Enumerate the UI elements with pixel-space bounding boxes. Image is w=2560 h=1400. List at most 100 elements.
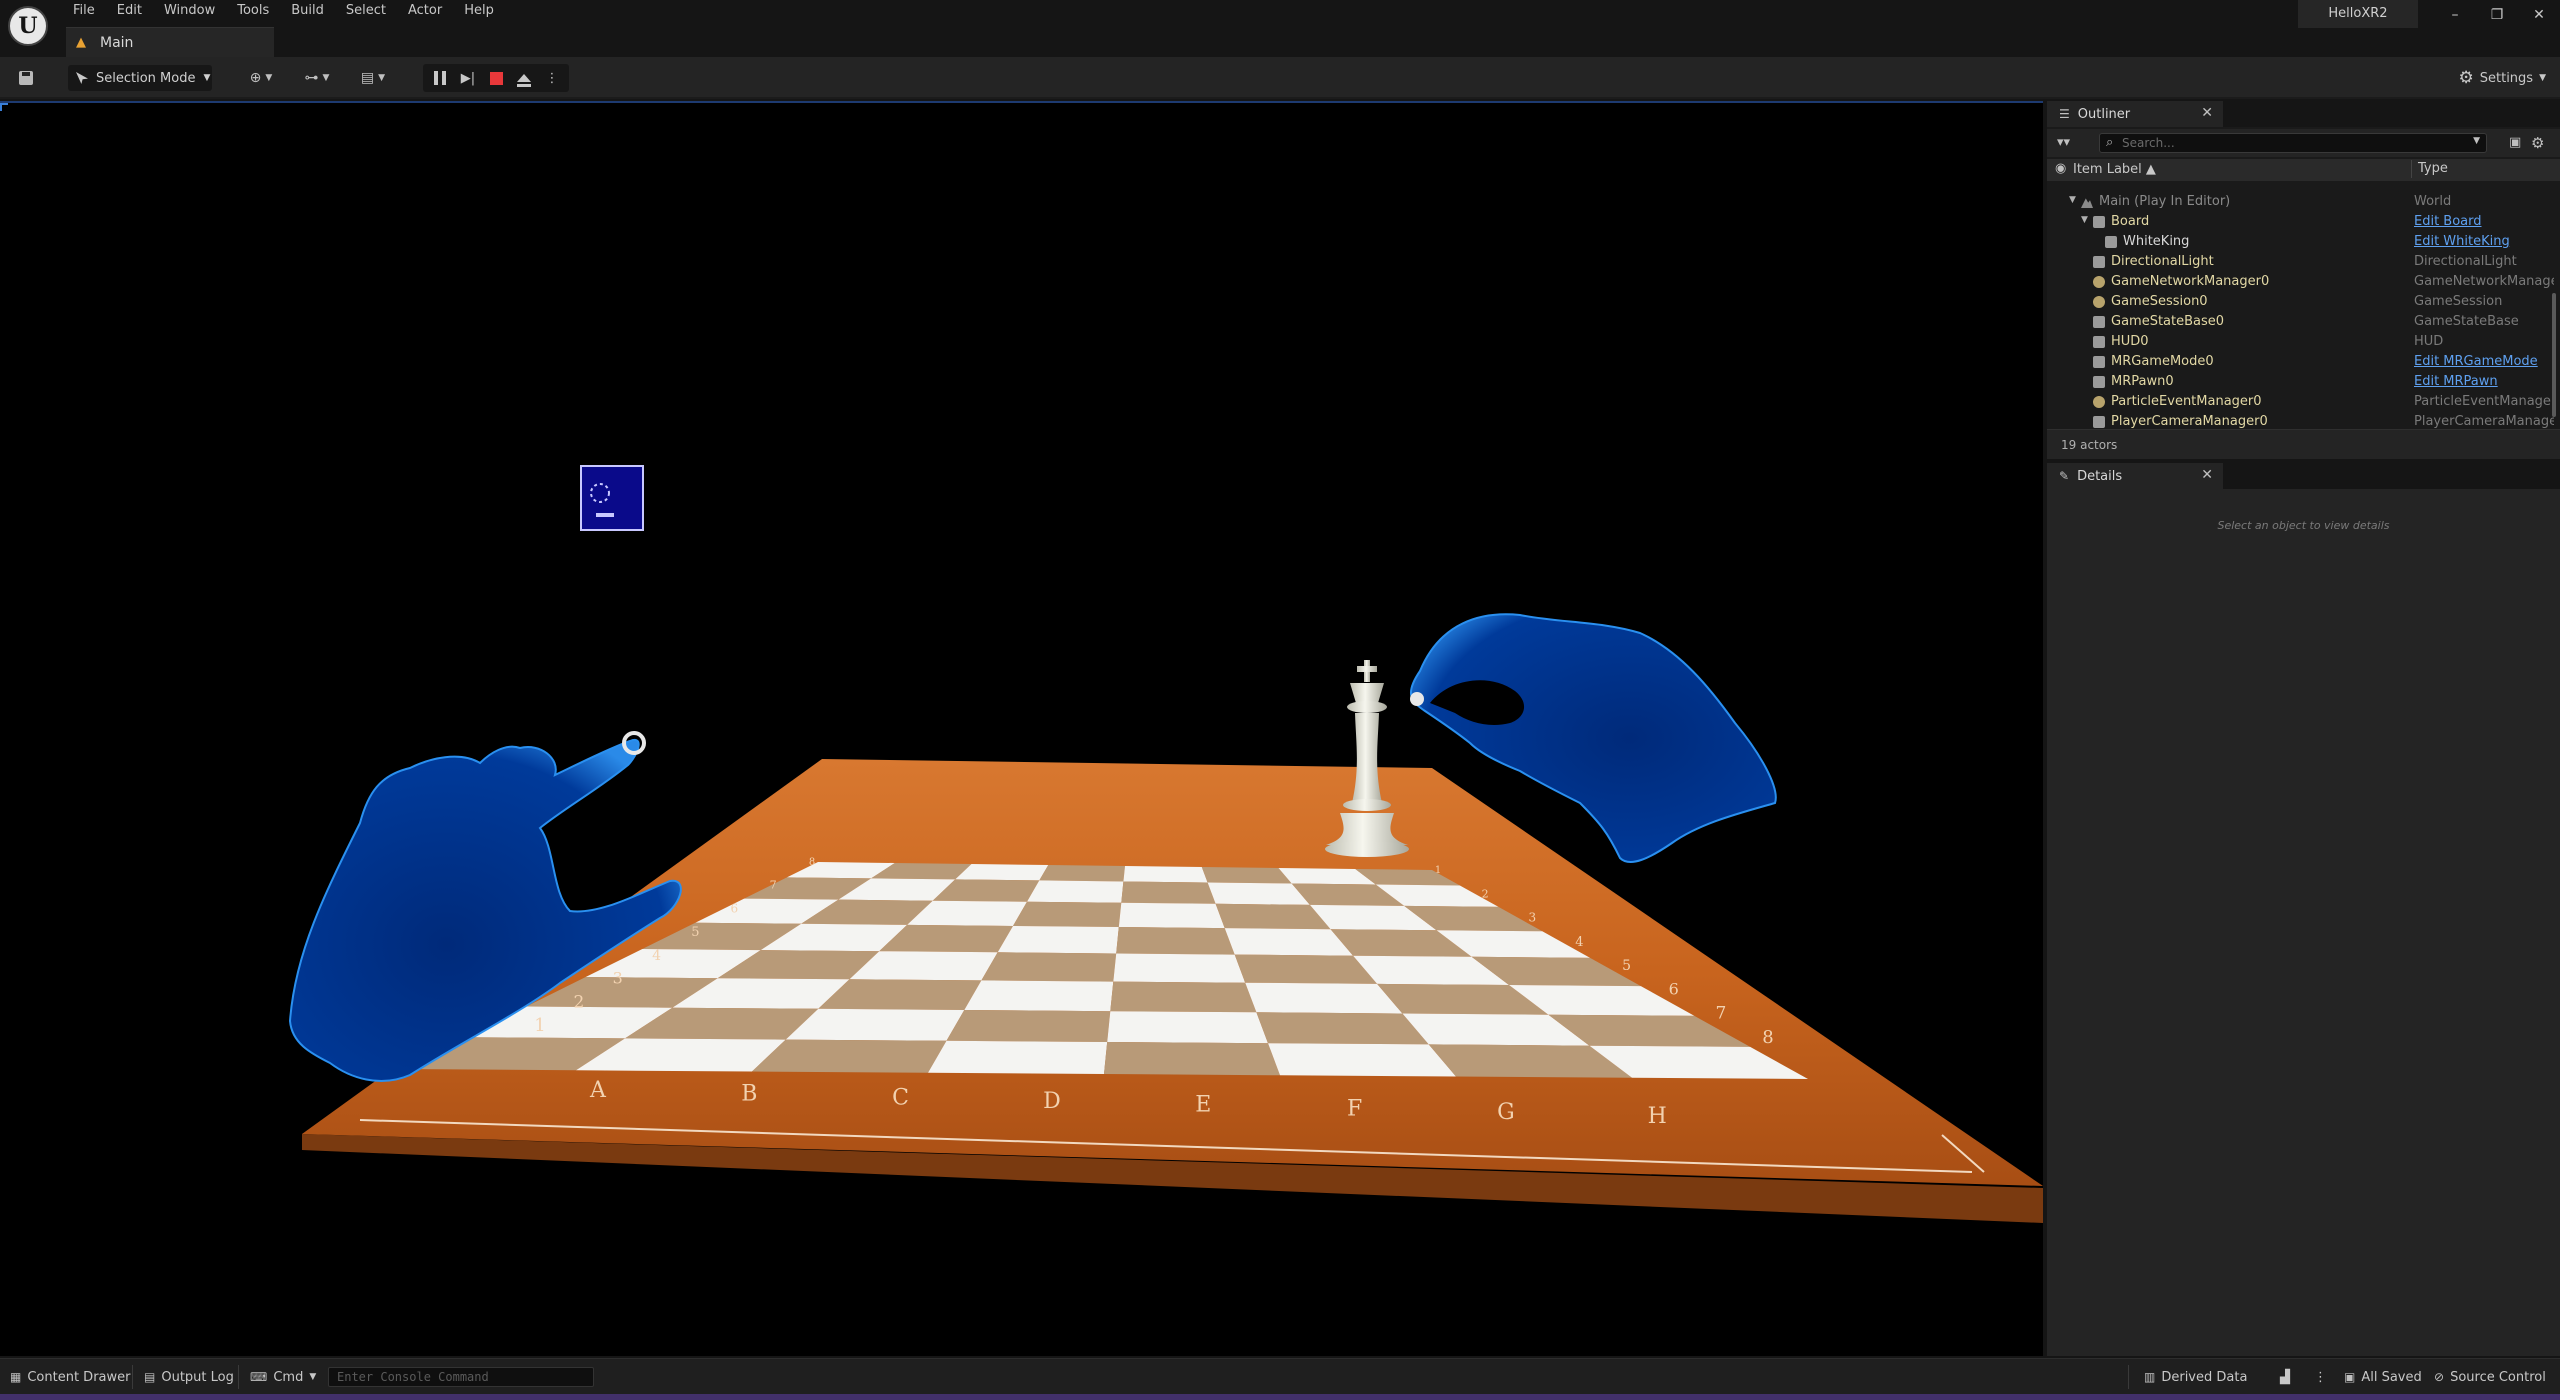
output-log-label: Output Log [161, 1369, 234, 1385]
edit-blueprint-link[interactable]: Edit MRGameMode [2414, 354, 2554, 369]
outliner-row[interactable]: ParticleEventManager0 ParticleEventManage… [2047, 392, 2560, 412]
source-control-button[interactable]: ⊘ Source Control [2434, 1359, 2546, 1395]
board-square [964, 980, 1114, 1012]
gear-icon[interactable]: ⚙ [2531, 134, 2544, 152]
kebab-icon: ⋮ [2314, 1369, 2327, 1385]
add-folder-icon[interactable]: ▣ [2509, 135, 2523, 150]
board-rank-label: 4 [652, 948, 661, 964]
chevron-down-icon[interactable]: ▼ [2473, 136, 2480, 146]
outliner-row[interactable]: HUD0 HUD [2047, 332, 2560, 352]
project-name: HelloXR2 [2298, 0, 2418, 28]
actor-type-icon [2093, 316, 2105, 328]
selection-mode-dropdown[interactable]: Selection Mode ▼ [68, 65, 212, 91]
restore-button[interactable]: ❐ [2476, 0, 2518, 30]
outliner-row[interactable]: ▼ Main (Play In Editor) World [2047, 192, 2560, 212]
outliner-row[interactable]: MRGameMode0 Edit MRGameMode [2047, 352, 2560, 372]
menu-tools[interactable]: Tools [226, 0, 280, 22]
expand-arrow-icon[interactable]: ▼ [2069, 195, 2076, 205]
board-square [752, 1039, 947, 1073]
close-icon[interactable]: ✕ [2201, 467, 2213, 483]
outliner-panel: ☰ Outliner ✕ ▾▾ ⌕ ▼ ▣ ⚙ ◉ Item Label ▲ T… [2047, 101, 2560, 459]
close-button[interactable]: ✕ [2518, 0, 2560, 30]
edit-blueprint-link[interactable]: Edit WhiteKing [2414, 234, 2554, 249]
details-panel: ✎ Details ✕ Select an object to view det… [2047, 463, 2560, 1356]
menu-file[interactable]: File [62, 0, 106, 22]
menu-window[interactable]: Window [153, 0, 226, 22]
level-viewport[interactable]: A B C D E F G H 1 2 3 4 5 6 7 8 1 2 3 4 5 6 7 8 [0, 101, 2043, 1356]
menu-actor[interactable]: Actor [397, 0, 453, 22]
outliner-row[interactable]: GameSession0 GameSession [2047, 292, 2560, 312]
close-icon[interactable]: ✕ [2201, 105, 2213, 121]
board-file-label: F [1347, 1096, 1362, 1121]
status-bar: ▦ Content Drawer ▤ Output Log ⌨ Cmd ▼ ▥ … [0, 1358, 2560, 1394]
board-square [946, 1010, 1111, 1042]
terminal-icon: ⌨ [250, 1370, 268, 1384]
cmd-dropdown[interactable]: ⌨ Cmd ▼ [250, 1359, 316, 1395]
eject-button[interactable] [513, 67, 535, 89]
outliner-tree: ▼ Main (Play In Editor) World ▼ Board Edit Bo… [2047, 192, 2560, 428]
outliner-search-input[interactable] [2122, 135, 2452, 151]
play-options-button[interactable]: ⋮ [541, 67, 563, 89]
board-rank-label: 8 [809, 857, 815, 868]
outliner-row-name: PlayerCameraManager0 [2111, 414, 2268, 428]
all-saved-label: All Saved [2361, 1369, 2422, 1385]
board-square [1027, 880, 1124, 903]
save-button[interactable] [14, 57, 38, 99]
column-item-label[interactable]: Item Label ▲ [2073, 162, 2156, 177]
menu-select[interactable]: Select [335, 0, 397, 22]
outliner-row[interactable]: WhiteKing Edit WhiteKing [2047, 232, 2560, 252]
edit-blueprint-link[interactable]: Edit MRPawn [2414, 374, 2554, 389]
output-log-button[interactable]: ▤ Output Log [144, 1359, 234, 1395]
outliner-row[interactable]: GameStateBase0 GameStateBase [2047, 312, 2560, 332]
menu-help[interactable]: Help [453, 0, 505, 22]
expand-arrow-icon[interactable]: ▼ [2081, 215, 2088, 225]
outliner-row[interactable]: GameNetworkManager0 GameNetworkManager [2047, 272, 2560, 292]
minimize-button[interactable]: – [2434, 0, 2476, 30]
blueprints-button[interactable]: ⊶ ▼ [298, 57, 336, 99]
derived-data-button[interactable]: ▥ Derived Data [2144, 1359, 2247, 1395]
console-command-input[interactable] [328, 1367, 594, 1387]
vr-debug-widget[interactable] [580, 465, 644, 531]
outliner-search-row: ▾▾ ⌕ ▼ ▣ ⚙ [2047, 129, 2560, 157]
filter-icon[interactable]: ▾▾ [2057, 135, 2070, 150]
column-item-label-text: Item Label [2073, 162, 2142, 177]
pause-icon [434, 71, 446, 85]
board-file-label: G [1497, 1100, 1515, 1125]
visibility-eye-icon[interactable]: ◉ [2055, 161, 2066, 176]
column-type[interactable]: Type [2411, 160, 2448, 178]
chart-icon: ▟ [2280, 1369, 2290, 1385]
pause-button[interactable] [429, 67, 451, 89]
menu-build[interactable]: Build [280, 0, 335, 22]
tab-outliner[interactable]: ☰ Outliner ✕ [2047, 101, 2223, 127]
outliner-row[interactable]: DirectionalLight DirectionalLight [2047, 252, 2560, 272]
outliner-tab-label: Outliner [2077, 106, 2131, 122]
step-button[interactable]: ▶| [457, 67, 479, 89]
edit-blueprint-link[interactable]: Edit Board [2414, 214, 2554, 229]
cmd-label: Cmd [273, 1369, 304, 1385]
outliner-search-box[interactable]: ⌕ ▼ [2099, 133, 2487, 153]
actor-type-icon [2093, 356, 2105, 368]
save-status-button[interactable]: ▣ All Saved [2344, 1359, 2422, 1395]
add-actor-button[interactable]: ⊕ ▼ [242, 57, 280, 99]
board-rank-label: 5 [691, 925, 699, 940]
content-drawer-button[interactable]: ▦ Content Drawer [10, 1359, 130, 1395]
board-rank-label: 1 [534, 1015, 545, 1036]
outliner-scrollbar[interactable] [2552, 293, 2556, 417]
settings-button[interactable]: ⚙ Settings ▼ [2459, 57, 2547, 99]
viewport-scene: A B C D E F G H 1 2 3 4 5 6 7 8 1 2 3 4 5 6 7 8 [288, 465, 2043, 1223]
outliner-icon: ☰ [2059, 107, 2070, 121]
outliner-row[interactable]: MRPawn0 Edit MRPawn [2047, 372, 2560, 392]
status-options-button[interactable]: ⋮ [2314, 1359, 2327, 1395]
outliner-row[interactable]: PlayerCameraManager0 PlayerCameraManager [2047, 412, 2560, 428]
unreal-logo-icon[interactable]: U [8, 6, 48, 46]
stop-button[interactable] [485, 67, 507, 89]
level-tab[interactable]: ▲ Main [66, 27, 274, 57]
cinematics-button[interactable]: ▤ ▼ [354, 57, 392, 99]
trace-button[interactable]: ▟ [2280, 1359, 2290, 1395]
search-icon: ⌕ [2106, 135, 2114, 150]
tab-details[interactable]: ✎ Details ✕ [2047, 463, 2223, 489]
outliner-row[interactable]: ▼ Board Edit Board [2047, 212, 2560, 232]
actor-type-icon [2105, 236, 2117, 248]
outliner-row-name: MRGameMode0 [2111, 354, 2214, 369]
menu-edit[interactable]: Edit [106, 0, 153, 22]
